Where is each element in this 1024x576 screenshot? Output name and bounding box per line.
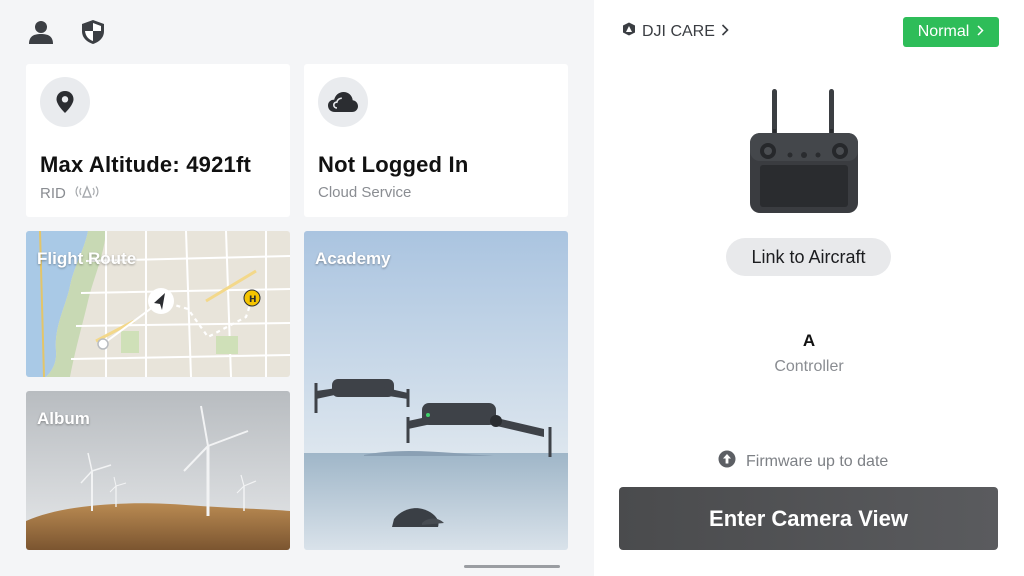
rid-broadcast-icon xyxy=(74,184,100,202)
home-indicator[interactable] xyxy=(464,565,560,568)
enter-camera-view-button[interactable]: Enter Camera View xyxy=(619,487,998,550)
link-to-aircraft-button[interactable]: Link to Aircraft xyxy=(726,238,891,276)
controller-label: Controller xyxy=(774,358,844,375)
academy-thumbnail xyxy=(304,231,568,550)
cloud-service-card[interactable]: Not Logged In Cloud Service xyxy=(304,64,568,217)
firmware-status-label: Firmware up to date xyxy=(746,452,889,470)
album-label: Album xyxy=(37,409,90,428)
album-tile[interactable]: Album xyxy=(26,391,290,550)
login-status-title: Not Logged In xyxy=(318,152,469,177)
left-panel: Max Altitude: 4921ft RID Not Logged In C xyxy=(0,0,594,576)
academy-label: Academy xyxy=(315,249,391,268)
cloud-service-label: Cloud Service xyxy=(318,184,412,201)
status-label: Normal xyxy=(917,23,970,40)
rid-label: RID xyxy=(40,184,66,202)
person-icon[interactable] xyxy=(27,18,55,46)
flight-route-tile[interactable]: H Flight Route xyxy=(26,231,290,377)
max-altitude-title: Max Altitude: 4921ft xyxy=(40,152,252,177)
remote-controller-image xyxy=(744,85,864,215)
dji-care-icon xyxy=(622,22,636,41)
chevron-right-icon xyxy=(721,23,729,41)
chevron-right-icon xyxy=(977,23,984,41)
altitude-card[interactable]: Max Altitude: 4921ft RID xyxy=(26,64,290,217)
shield-icon[interactable] xyxy=(79,18,107,46)
location-pin-icon xyxy=(40,77,90,127)
academy-tile[interactable]: Academy xyxy=(304,231,568,550)
dji-care-link[interactable]: DJI CARE xyxy=(622,22,729,41)
cloud-icon xyxy=(318,77,368,127)
status-normal-button[interactable]: Normal xyxy=(903,17,999,47)
right-panel: DJI CARE Normal Link to Aircraft A Contr… xyxy=(594,0,1024,576)
controller-letter: A xyxy=(802,331,816,350)
svg-text:H: H xyxy=(249,295,257,305)
firmware-status[interactable]: Firmware up to date xyxy=(718,450,888,473)
dji-care-label: DJI CARE xyxy=(642,22,715,40)
flight-route-label: Flight Route xyxy=(37,249,137,268)
upload-arrow-icon xyxy=(718,450,736,473)
